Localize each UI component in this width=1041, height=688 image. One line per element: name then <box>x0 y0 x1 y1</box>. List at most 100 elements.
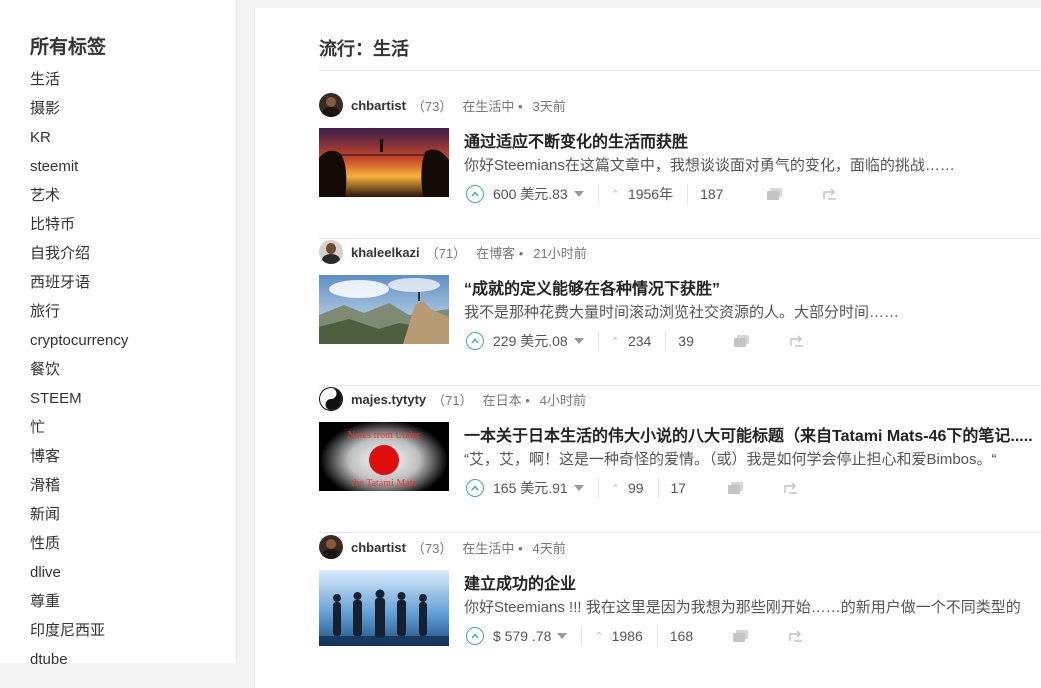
post-thumbnail[interactable]: Notes from Under the Tatami Mats <box>319 422 449 491</box>
chevron-down-icon <box>573 338 584 344</box>
response-count[interactable]: 17 <box>671 480 687 496</box>
post-meta: chbartist （73） 在生活中 • 3天前 <box>319 92 566 118</box>
post-title[interactable]: 建立成功的企业 <box>464 570 576 594</box>
post-title[interactable]: 一本关于日本生活的伟大小说的八大可能标题（来自Tatami Mats-46下的笔… <box>464 422 1041 446</box>
reblog-icon[interactable] <box>784 482 798 494</box>
upvote-icon[interactable] <box>466 627 484 645</box>
author-link[interactable]: majes.tytyty <box>351 392 426 407</box>
post-title[interactable]: “成就的定义能够在各种情况下获胜” <box>464 275 720 299</box>
chevron-up-icon: ⌃ <box>594 630 604 643</box>
post-summary[interactable]: 你好Steemians !!! 我在这里是因为我想为那些刚开始……的新用户做一个… <box>464 596 1041 617</box>
tag-link[interactable]: 生活 <box>30 65 128 94</box>
payout-dropdown[interactable]: $ 579 .78 <box>493 628 568 644</box>
tag-link[interactable]: 新闻 <box>30 500 128 529</box>
tag-link[interactable]: 尊重 <box>30 587 128 616</box>
post-title[interactable]: 通过适应不断变化的生活而获胜 <box>464 128 688 152</box>
comment-icon[interactable] <box>733 629 749 643</box>
post-actions: 229 美元.08 ⌃ 234 39 <box>466 327 804 355</box>
avatar[interactable] <box>319 387 343 411</box>
post-item: chbartist （73） 在生活中 • 4天前 建立成功的企业 你好Stee… <box>319 534 1041 681</box>
author-link[interactable]: chbartist <box>351 540 406 555</box>
response-count[interactable]: 168 <box>670 628 693 644</box>
page-title: 流行：生活 <box>319 39 409 59</box>
author-link[interactable]: khaleelkazi <box>351 245 420 260</box>
avatar[interactable] <box>319 93 343 117</box>
reputation-score: （71） <box>432 392 473 408</box>
tag-link[interactable]: 西班牙语 <box>30 268 128 297</box>
divider <box>665 331 667 351</box>
votes-link[interactable]: ⌃ 234 <box>611 333 652 349</box>
tag-link[interactable]: 博客 <box>30 442 128 471</box>
category-link[interactable]: 在生活中 • <box>462 96 522 115</box>
post-summary[interactable]: 你好Steemians在这篇文章中，我想谈谈面对勇气的变化，面临的挑战…… <box>464 154 955 175</box>
upvote-icon[interactable] <box>466 185 484 203</box>
payout-dropdown[interactable]: 165 美元.91 <box>493 478 584 498</box>
tag-link[interactable]: dlive <box>30 558 128 587</box>
avatar[interactable] <box>319 240 343 264</box>
votes-link[interactable]: ⌃ 99 <box>611 480 644 496</box>
comment-icon[interactable] <box>733 334 750 348</box>
post-item: khaleelkazi （71） 在博客 • 21小时前 “成就的定义能够在各种… <box>319 239 1041 386</box>
post-meta: khaleelkazi （71） 在博客 • 21小时前 <box>319 239 587 265</box>
payout-value: 229 美元.08 <box>493 333 568 349</box>
divider <box>581 626 583 646</box>
tag-link[interactable]: dtube <box>30 645 128 674</box>
post-thumbnail[interactable] <box>319 275 449 344</box>
vote-count: 99 <box>627 480 644 496</box>
post-summary[interactable]: 我不是那种花费大量时间滚动浏览社交资源的人。大部分时间…… <box>464 301 899 322</box>
post-time: 3天前 <box>532 98 566 114</box>
sidebar-title: 所有标签 <box>30 37 107 58</box>
comment-icon[interactable] <box>767 187 783 201</box>
chevron-up-icon: ⌃ <box>610 335 620 348</box>
reblog-icon[interactable] <box>790 335 804 347</box>
divider <box>597 478 599 498</box>
response-count[interactable]: 39 <box>678 333 694 349</box>
tag-link[interactable]: STEEM <box>30 384 128 413</box>
divider <box>319 532 1041 533</box>
post-summary[interactable]: “艾，艾，啊！这是一种奇怪的爱情。（或）我是如何学会停止担心和爱Bimbos。“ <box>464 448 1041 469</box>
vote-count: 1956年 <box>627 186 674 202</box>
post-actions: 165 美元.91 ⌃ 99 17 <box>466 474 798 502</box>
comment-icon[interactable] <box>728 481 744 495</box>
tag-list: 生活 摄影 KR steemit 艺术 比特币 自我介绍 西班牙语 旅行 cry… <box>30 65 128 674</box>
divider <box>319 70 1041 71</box>
tag-link[interactable]: 艺术 <box>30 181 128 210</box>
tag-link[interactable]: 忙 <box>30 413 128 442</box>
votes-link[interactable]: ⌃ 1986 <box>594 628 642 644</box>
category-link[interactable]: 在博客 • <box>476 243 523 262</box>
tag-link[interactable]: 自我介绍 <box>30 239 128 268</box>
payout-value: $ 579 .78 <box>493 628 552 644</box>
category-link[interactable]: 在日本 • <box>483 390 530 409</box>
payout-dropdown[interactable]: 600 美元.83 <box>493 184 584 204</box>
tag-link[interactable]: steemit <box>30 152 128 181</box>
reputation-score: （71） <box>425 245 467 261</box>
payout-value: 165 美元.91 <box>493 480 568 496</box>
votes-link[interactable]: ⌃ 1956年 <box>611 184 673 204</box>
payout-dropdown[interactable]: 229 美元.08 <box>493 331 584 351</box>
avatar[interactable] <box>319 535 343 559</box>
reblog-icon[interactable] <box>823 188 837 200</box>
reblog-icon[interactable] <box>789 630 803 642</box>
divider <box>657 478 659 498</box>
upvote-icon[interactable] <box>466 479 484 497</box>
category-link[interactable]: 在生活中 • <box>462 538 522 557</box>
tag-link[interactable]: 餐饮 <box>30 355 128 384</box>
post-thumbnail[interactable] <box>319 128 449 197</box>
response-count[interactable]: 187 <box>700 186 723 202</box>
tag-link[interactable]: 性质 <box>30 529 128 558</box>
tag-link[interactable]: 滑稽 <box>30 471 128 500</box>
payout-value: 600 美元.83 <box>493 186 568 202</box>
post-time: 4小时前 <box>539 392 587 408</box>
tag-link[interactable]: cryptocurrency <box>30 326 128 355</box>
post-thumbnail[interactable] <box>319 570 449 646</box>
tag-link[interactable]: KR <box>30 123 128 152</box>
post-time: 21小时前 <box>533 245 587 261</box>
tag-link[interactable]: 印度尼西亚 <box>30 616 128 645</box>
upvote-icon[interactable] <box>466 332 484 350</box>
reputation-score: （73） <box>411 98 453 114</box>
tag-link[interactable]: 摄影 <box>30 94 128 123</box>
post-item: chbartist （73） 在生活中 • 3天前 通过适应不断变化的生活而获胜… <box>319 92 1041 239</box>
tag-link[interactable]: 旅行 <box>30 297 128 326</box>
tag-link[interactable]: 比特币 <box>30 210 128 239</box>
author-link[interactable]: chbartist <box>351 98 406 113</box>
